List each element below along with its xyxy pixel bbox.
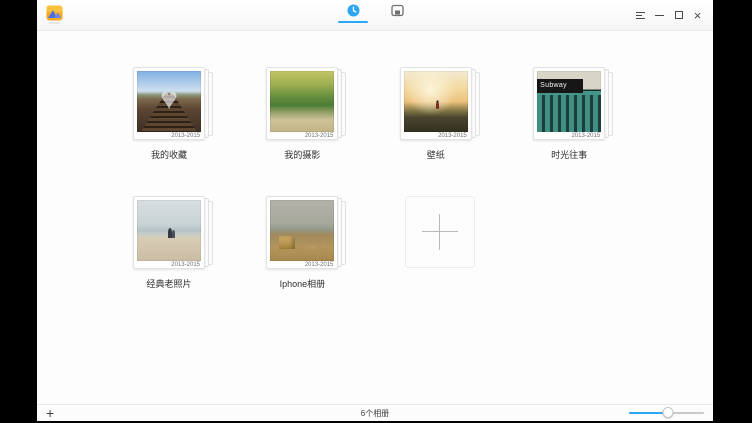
- album-date-range: 2013-2015: [137, 132, 201, 140]
- albums-view: ♥ 2013-2015 我的收藏 2013-2015 我的摄影 2013-201…: [37, 31, 713, 404]
- album-item[interactable]: 2013-2015 壁纸: [400, 67, 480, 169]
- tab-timeline[interactable]: [331, 0, 375, 30]
- thumbnail-zoom-slider[interactable]: [629, 407, 704, 419]
- app-logo-icon[interactable]: [46, 5, 63, 21]
- add-album-icon: [422, 214, 458, 250]
- album-cover: 2013-2015: [400, 67, 472, 140]
- album-cover: 2013-2015: [133, 196, 205, 269]
- album-name: 经典老照片: [133, 277, 205, 290]
- album-cover-photo: [270, 71, 334, 132]
- add-album-cell: [400, 196, 480, 298]
- view-tabs: [331, 0, 419, 30]
- album-count-label: 6个相册: [361, 408, 389, 419]
- app-window: × ♥ 2013-2015 我的收藏 2013-2015 我的摄影 2013-2…: [37, 0, 713, 421]
- maximize-icon[interactable]: [669, 0, 688, 30]
- tab-albums[interactable]: [375, 0, 419, 30]
- album-name: 时光往事: [533, 148, 605, 161]
- slider-knob[interactable]: [663, 407, 674, 418]
- heart-overlay-icon: ♥: [137, 71, 201, 132]
- album-name: 壁纸: [400, 148, 472, 161]
- album-cover-photo: ♥: [137, 71, 201, 132]
- subway-sign: Subway: [537, 79, 583, 93]
- album-cover-photo: Subway: [537, 71, 601, 132]
- album-date-range: 2013-2015: [270, 132, 334, 140]
- album-name: Iphone相册: [266, 277, 338, 290]
- album-item[interactable]: Subway 2013-2015 时光往事: [533, 67, 613, 169]
- album-cover-photo: [404, 71, 468, 132]
- album-item[interactable]: 2013-2015 Iphone相册: [266, 196, 346, 298]
- album-item[interactable]: 2013-2015 经典老照片: [133, 196, 213, 298]
- album-name: 我的收藏: [133, 148, 205, 161]
- menu-icon[interactable]: [631, 0, 650, 30]
- album-cover: 2013-2015: [266, 67, 338, 140]
- album-cover: 2013-2015: [266, 196, 338, 269]
- close-icon[interactable]: ×: [688, 0, 707, 30]
- album-item[interactable]: 2013-2015 我的摄影: [266, 67, 346, 169]
- album-cover-photo: [270, 200, 334, 261]
- window-controls: ×: [631, 0, 707, 30]
- album-name: 我的摄影: [266, 148, 338, 161]
- album-date-range: 2013-2015: [537, 132, 601, 140]
- album-date-range: 2013-2015: [270, 261, 334, 269]
- album-item[interactable]: ♥ 2013-2015 我的收藏: [133, 67, 213, 169]
- album-date-range: 2013-2015: [137, 261, 201, 269]
- albums-grid: ♥ 2013-2015 我的收藏 2013-2015 我的摄影 2013-201…: [133, 67, 667, 325]
- minimize-icon[interactable]: [650, 0, 669, 30]
- album-date-range: 2013-2015: [404, 132, 468, 140]
- album-cover: Subway 2013-2015: [533, 67, 605, 140]
- add-album-placeholder[interactable]: [405, 196, 475, 268]
- add-album-button[interactable]: +: [46, 406, 54, 420]
- titlebar: ×: [37, 0, 713, 31]
- clock-icon: [347, 4, 360, 22]
- album-icon: [391, 4, 404, 22]
- album-cover-photo: [137, 200, 201, 261]
- album-cover: ♥ 2013-2015: [133, 67, 205, 140]
- statusbar: + 6个相册: [37, 404, 713, 421]
